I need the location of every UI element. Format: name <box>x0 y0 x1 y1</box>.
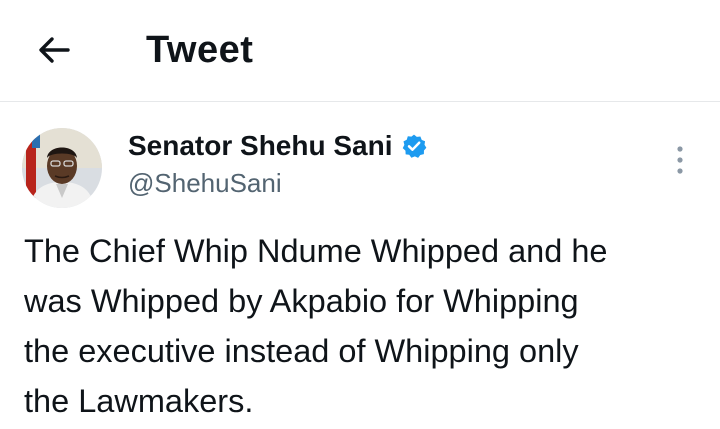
back-button[interactable] <box>32 28 76 72</box>
author-name: Senator Shehu Sani <box>128 130 393 161</box>
verified-badge-icon <box>402 134 426 158</box>
arrow-left-icon <box>39 37 70 63</box>
author-info[interactable]: Senator Shehu Sani <box>128 128 427 164</box>
tweet-text: The Chief Whip Ndume Whipped and he was … <box>24 233 608 419</box>
more-options-button[interactable] <box>662 142 698 178</box>
top-bar: Tweet <box>0 0 720 102</box>
more-vertical-icon <box>677 146 683 174</box>
avatar[interactable] <box>22 128 102 208</box>
author-handle[interactable]: @ShehuSani <box>128 166 282 200</box>
page-title: Tweet <box>146 29 254 71</box>
profile-photo <box>22 128 102 208</box>
